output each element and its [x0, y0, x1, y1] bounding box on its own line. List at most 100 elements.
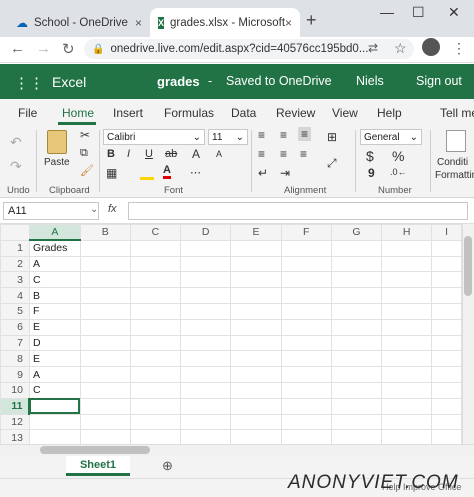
cell[interactable] — [180, 366, 232, 383]
cell[interactable] — [280, 350, 332, 368]
cell[interactable] — [330, 302, 383, 320]
cell[interactable] — [381, 334, 433, 352]
tab-data[interactable]: Data — [231, 106, 256, 120]
cell-a11-active[interactable] — [28, 397, 81, 415]
cell-a2[interactable]: A — [28, 255, 81, 273]
sheet-tab-sheet1[interactable]: Sheet1 — [66, 456, 130, 476]
cell[interactable] — [431, 239, 462, 257]
cell[interactable] — [431, 381, 462, 399]
cell[interactable] — [180, 287, 232, 304]
name-box[interactable]: A11 — [3, 202, 99, 220]
cell-a12[interactable] — [28, 413, 81, 431]
cell[interactable] — [129, 397, 182, 415]
redo-icon[interactable]: ↷ — [10, 158, 22, 175]
column-header-h[interactable]: H — [381, 224, 433, 241]
row-header[interactable]: 10 — [0, 381, 30, 399]
cell[interactable] — [180, 318, 232, 336]
column-header-b[interactable]: B — [79, 224, 131, 241]
tab-help[interactable]: Help — [377, 106, 402, 120]
cell[interactable] — [431, 397, 462, 415]
cell[interactable] — [180, 381, 232, 399]
cell[interactable] — [381, 350, 433, 368]
cell[interactable] — [280, 302, 332, 320]
url-field[interactable]: 🔒 onedrive.live.com/edit.aspx?cid=40576c… — [84, 39, 414, 59]
row-header[interactable]: 3 — [0, 271, 30, 289]
document-name[interactable]: grades — [157, 74, 200, 89]
cell[interactable] — [79, 350, 131, 368]
cell[interactable] — [79, 381, 131, 399]
cell[interactable] — [431, 413, 462, 431]
row-header[interactable]: 8 — [0, 350, 30, 368]
vertical-scroll-thumb[interactable] — [464, 236, 472, 296]
cell[interactable] — [431, 334, 462, 352]
cell[interactable] — [431, 287, 462, 304]
cell[interactable] — [79, 239, 131, 257]
cell[interactable] — [79, 287, 131, 304]
cell[interactable] — [280, 366, 332, 383]
column-header-d[interactable]: D — [180, 224, 232, 241]
star-icon[interactable]: ☆ — [394, 40, 407, 57]
cell[interactable] — [330, 350, 383, 368]
cell[interactable] — [431, 366, 462, 383]
cell[interactable] — [330, 366, 383, 383]
strikethrough-button[interactable]: ab — [165, 148, 177, 160]
row-header[interactable]: 12 — [0, 413, 30, 431]
cell[interactable] — [431, 350, 462, 368]
cell[interactable] — [129, 302, 182, 320]
cell[interactable] — [129, 334, 182, 352]
number-format-select[interactable]: General ⌄ — [360, 129, 422, 145]
cell[interactable] — [330, 429, 383, 444]
cell[interactable] — [280, 334, 332, 352]
undo-icon[interactable]: ↶ — [10, 134, 22, 151]
column-header-a[interactable]: A — [28, 224, 81, 242]
translate-icon[interactable]: ⇄ — [368, 41, 378, 55]
cell[interactable] — [280, 318, 332, 336]
cell[interactable] — [230, 381, 282, 399]
cell[interactable] — [330, 255, 383, 273]
cell-a13[interactable] — [28, 429, 81, 444]
cell[interactable] — [129, 366, 182, 383]
row-header[interactable]: 1 — [0, 239, 30, 257]
tab-formulas[interactable]: Formulas — [164, 106, 214, 120]
decimal-icon[interactable]: .0← — [390, 167, 407, 177]
currency-button[interactable]: $ — [366, 148, 374, 164]
close-tab-icon[interactable]: × — [285, 16, 292, 30]
borders-icon[interactable]: ▦ — [106, 166, 117, 180]
column-header-i[interactable]: I — [431, 224, 462, 241]
cell[interactable] — [381, 366, 433, 383]
cell[interactable] — [180, 429, 232, 444]
waffle-icon[interactable]: ⋮⋮ — [14, 74, 44, 92]
cell[interactable] — [230, 397, 282, 415]
comma-style-button[interactable]: 9 — [368, 166, 375, 180]
conditional-formatting-icon[interactable] — [446, 130, 466, 152]
grow-font-button[interactable]: A — [192, 147, 200, 161]
row-header[interactable]: 7 — [0, 334, 30, 352]
cell[interactable] — [280, 381, 332, 399]
cell[interactable] — [79, 271, 131, 289]
cell[interactable] — [431, 255, 462, 273]
cell[interactable] — [330, 413, 383, 431]
row-header[interactable]: 4 — [0, 287, 30, 304]
cut-icon[interactable]: ✂ — [80, 128, 90, 142]
cell[interactable] — [381, 255, 433, 273]
cell[interactable] — [230, 287, 282, 304]
column-header-c[interactable]: C — [129, 224, 182, 241]
conditional-formatting-line1[interactable]: Conditi — [437, 157, 468, 168]
align-bottom-icon[interactable]: ≡ — [298, 127, 312, 141]
cell[interactable] — [280, 287, 332, 304]
cell[interactable] — [381, 287, 433, 304]
cell[interactable] — [381, 271, 433, 289]
cell[interactable] — [381, 413, 433, 431]
cell[interactable] — [381, 302, 433, 320]
cell[interactable] — [230, 318, 282, 336]
format-painter-icon[interactable]: 🖌 — [80, 164, 94, 177]
cell[interactable] — [79, 397, 131, 415]
tab-review[interactable]: Review — [276, 106, 315, 120]
align-right-icon[interactable]: ≡ — [300, 147, 307, 161]
orientation-icon[interactable]: ⤢ — [327, 156, 337, 171]
select-all-corner[interactable] — [0, 224, 30, 241]
cell[interactable] — [180, 239, 232, 257]
copy-icon[interactable]: ⧉ — [80, 147, 88, 160]
formula-input[interactable] — [128, 202, 468, 220]
fx-icon[interactable]: fx — [108, 203, 117, 215]
